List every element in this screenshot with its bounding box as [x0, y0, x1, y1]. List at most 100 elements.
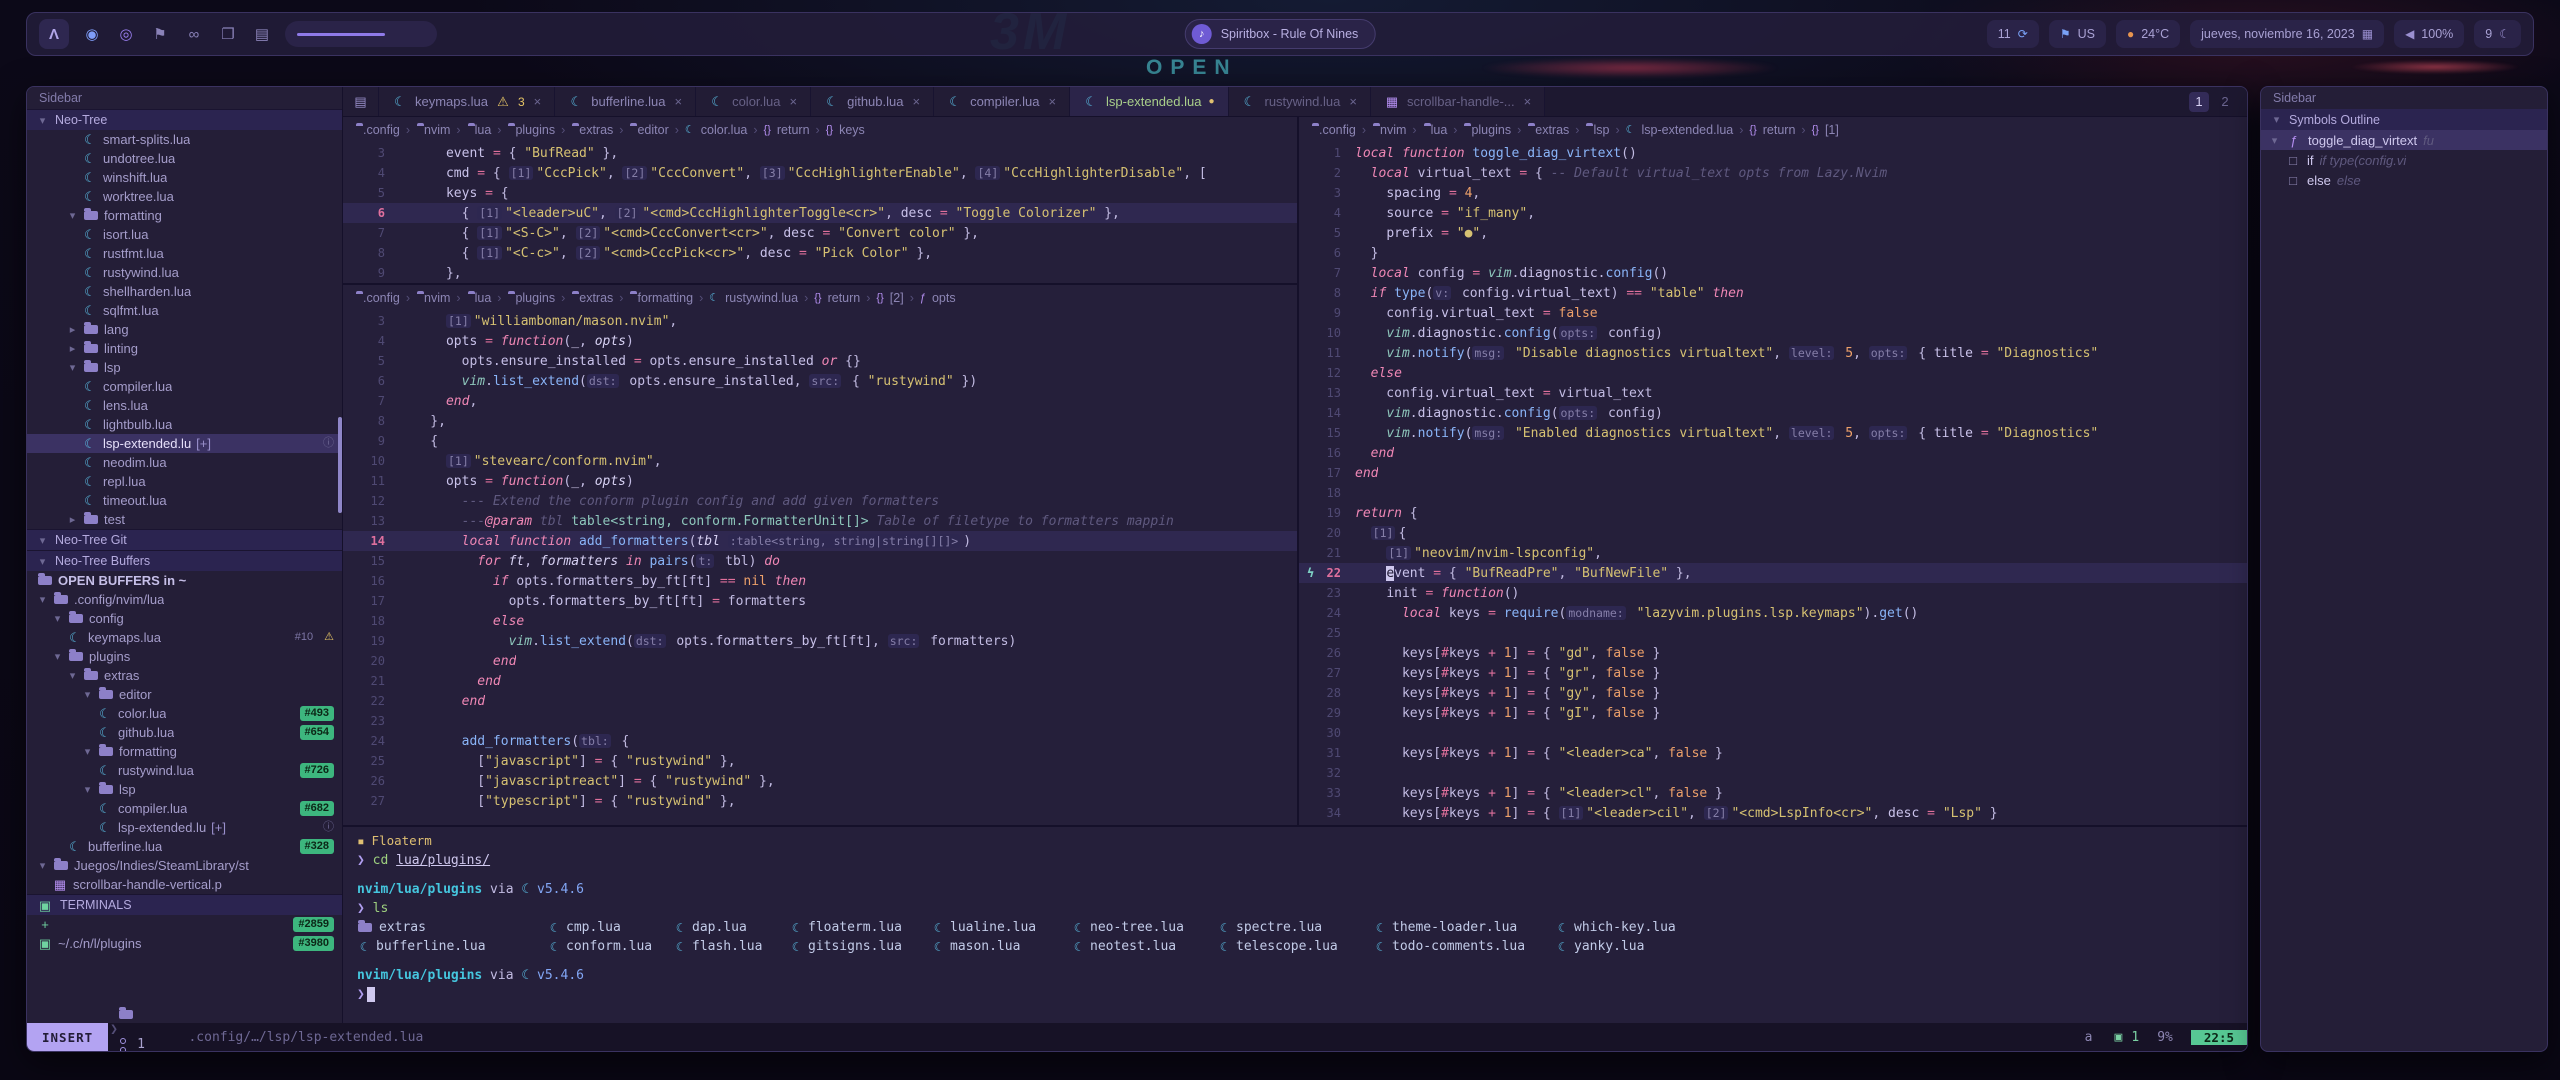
breadcrumb-segment[interactable]: editor	[637, 123, 668, 137]
tree-item[interactable]: ▦scrollbar-handle-vertical.p	[27, 875, 342, 894]
tree-item[interactable]: ☾compiler.lua#682	[27, 799, 342, 818]
file-entry[interactable]: ☾neotest.lua	[1071, 937, 1217, 956]
breadcrumb-segment[interactable]: extras	[579, 291, 613, 305]
file-entry[interactable]: ☾neo-tree.lua	[1071, 918, 1217, 937]
file-entry[interactable]: ☾dap.lua	[673, 918, 789, 937]
tree-item[interactable]: ☾smart-splits.lua	[27, 130, 342, 149]
tab-keymaps-lua[interactable]: ☾keymaps.lua⚠3×	[379, 87, 555, 116]
tree-item[interactable]: ▾lsp	[27, 780, 342, 799]
section-header-neo-tree-buffers[interactable]: ▾Neo-Tree Buffers	[27, 550, 342, 571]
breadcrumb-segment[interactable]: lua	[475, 123, 492, 137]
tree-item[interactable]: ☾keymaps.lua#10⚠	[27, 628, 342, 647]
breadcrumb-segment[interactable]: plugins	[515, 291, 555, 305]
workspace-icon[interactable]: ◉	[81, 25, 103, 43]
tree-item[interactable]: ▾config	[27, 609, 342, 628]
file-entry[interactable]: ☾mason.lua	[931, 937, 1071, 956]
tab-close-icon[interactable]: ×	[534, 94, 542, 109]
tree-item[interactable]: ▾extras	[27, 666, 342, 685]
tree-item[interactable]: ☾sqlfmt.lua	[27, 301, 342, 320]
tree-item[interactable]: ▾formatting	[27, 206, 342, 225]
tree-item[interactable]: ▸lang	[27, 320, 342, 339]
music-widget[interactable]: ♪Spiritbox - Rule Of Nines	[1185, 19, 1376, 49]
outline-item[interactable]: ▾ƒtoggle_diag_virtextfu	[2261, 130, 2547, 150]
tree-item[interactable]: ☾color.lua#493	[27, 704, 342, 723]
tree-item[interactable]: ☾bufferline.lua#328	[27, 837, 342, 856]
chevron-down-icon[interactable]: ▾	[2269, 134, 2280, 147]
tree-item[interactable]: ☾rustywind.lua#726	[27, 761, 342, 780]
copy-icon[interactable]: ❐	[217, 25, 239, 43]
breadcrumb-segment[interactable]: lsp	[1593, 123, 1609, 137]
launcher-button[interactable]: Λ	[39, 19, 69, 49]
breadcrumb-segment[interactable]: return	[1763, 123, 1796, 137]
chevron-down-icon[interactable]: ▾	[37, 859, 48, 872]
tree-item[interactable]: OPEN BUFFERS in ~	[27, 571, 342, 590]
tab-github-lua[interactable]: ☾github.lua×	[811, 87, 934, 116]
breadcrumb-segment[interactable]: keys	[839, 123, 865, 137]
tab-close-icon[interactable]: ×	[1524, 94, 1532, 109]
file-entry[interactable]: ☾bufferline.lua	[357, 937, 547, 956]
breadcrumb-segment[interactable]: [1]	[1825, 123, 1839, 137]
chevron-right-icon[interactable]: ▸	[67, 342, 78, 355]
tree-item[interactable]: ▾plugins	[27, 647, 342, 666]
chevron-down-icon[interactable]: ▾	[37, 114, 48, 127]
file-entry[interactable]: ☾yanky.lua	[1555, 937, 2247, 956]
tree-item[interactable]: ☾lsp-extended.lu[+]ⓘ	[27, 818, 342, 837]
chevron-right-icon[interactable]: ▸	[67, 513, 78, 526]
chevron-right-icon[interactable]: ▸	[67, 323, 78, 336]
code-area[interactable]: 1local function toggle_diag_virtext()2 l…	[1299, 143, 2247, 825]
file-entry[interactable]: ☾conform.lua	[547, 937, 673, 956]
symbols-outline-header[interactable]: ▾ Symbols Outline	[2261, 109, 2547, 130]
tree-item[interactable]: ☾lightbulb.lua	[27, 415, 342, 434]
file-entry[interactable]: ☾cmp.lua	[547, 918, 673, 937]
tree-item[interactable]: ☾winshift.lua	[27, 168, 342, 187]
file-entry[interactable]: ☾lualine.lua	[931, 918, 1071, 937]
link-icon[interactable]: ∞	[183, 26, 205, 43]
chevron-down-icon[interactable]: ▾	[52, 650, 63, 663]
tab-rustywind-lua[interactable]: ☾rustywind.lua×	[1229, 87, 1371, 116]
tree-item[interactable]: ☾lsp-extended.lu[+]ⓘ	[27, 434, 342, 453]
updates-pill[interactable]: 11⟳	[1987, 20, 2039, 48]
flag-icon[interactable]: ⚑	[149, 25, 171, 43]
breadcrumb-segment[interactable]: nvim	[424, 291, 450, 305]
tree-item[interactable]: ☾compiler.lua	[27, 377, 342, 396]
breadcrumb-segment[interactable]: opts	[932, 291, 956, 305]
temperature-pill[interactable]: ●24°C	[2116, 20, 2180, 48]
chevron-down-icon[interactable]: ▾	[37, 534, 48, 547]
date-pill[interactable]: jueves, noviembre 16, 2023▦	[2190, 20, 2384, 48]
topbar-input[interactable]	[285, 21, 437, 47]
chevron-down-icon[interactable]: ▾	[67, 209, 78, 222]
night-mode-pill[interactable]: 9☾	[2474, 20, 2521, 48]
tab-bufferline-lua[interactable]: ☾bufferline.lua×	[555, 87, 696, 116]
tab-page-2[interactable]: 2	[2215, 92, 2235, 112]
tree-item[interactable]: ▾.config/nvim/lua	[27, 590, 342, 609]
file-entry[interactable]: ☾which-key.lua	[1555, 918, 2247, 937]
chevron-down-icon[interactable]: ▾	[82, 745, 93, 758]
tree-item[interactable]: ▾lsp	[27, 358, 342, 377]
tree-item[interactable]: ☾rustywind.lua	[27, 263, 342, 282]
code-area[interactable]: 3 [1]"williamboman/mason.nvim",4 opts = …	[343, 311, 1297, 825]
section-header-neo-tree-git[interactable]: ▾Neo-Tree Git	[27, 529, 342, 550]
breadcrumb-segment[interactable]: return	[777, 123, 810, 137]
tree-item[interactable]: ☾neodim.lua	[27, 453, 342, 472]
file-entry[interactable]: ☾theme-loader.lua	[1373, 918, 1555, 937]
breadcrumb-segment[interactable]: nvim	[1380, 123, 1406, 137]
tab-lsp-extended-lua[interactable]: ☾lsp-extended.lua●	[1070, 87, 1228, 116]
chevron-down-icon[interactable]: ▾	[37, 593, 48, 606]
file-entry[interactable]: ☾telescope.lua	[1217, 937, 1373, 956]
tree-item[interactable]: ☾timeout.lua	[27, 491, 342, 510]
tree-item[interactable]: ☾rustfmt.lua	[27, 244, 342, 263]
breadcrumb-segment[interactable]: rustywind.lua	[725, 291, 798, 305]
breadcrumb-segment[interactable]: return	[828, 291, 861, 305]
tab-close-icon[interactable]: ×	[674, 94, 682, 109]
breadcrumb-segment[interactable]: lua	[475, 291, 492, 305]
outline-item[interactable]: □elseelse	[2261, 170, 2547, 190]
file-entry[interactable]: ☾gitsigns.lua	[789, 937, 931, 956]
floaterm-terminal[interactable]: ▪ Floaterm ❯ cd lua/plugins/nvim/lua/plu…	[343, 825, 2247, 1023]
breadcrumb-segment[interactable]: color.lua	[701, 123, 748, 137]
tab-close-icon[interactable]: ×	[790, 94, 798, 109]
file-entry[interactable]: ☾spectre.lua	[1217, 918, 1373, 937]
apps-icon[interactable]: ◎	[115, 25, 137, 43]
tree-item[interactable]: ▾Juegos/Indies/SteamLibrary/st	[27, 856, 342, 875]
breadcrumb-segment[interactable]: .config	[1319, 123, 1356, 137]
tree-item[interactable]: ☾repl.lua	[27, 472, 342, 491]
